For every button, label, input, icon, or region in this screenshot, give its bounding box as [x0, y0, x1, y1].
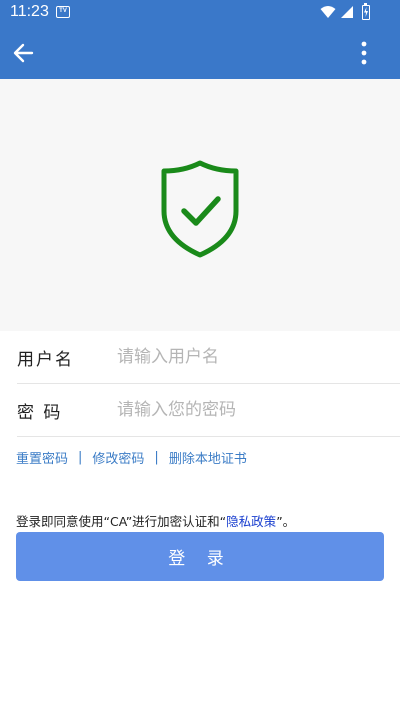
login-button[interactable]: 登 录	[16, 532, 384, 581]
password-row: 密 码	[17, 384, 400, 437]
agreement-suffix: ”。	[276, 514, 296, 529]
reset-password-link[interactable]: 重置密码	[16, 448, 68, 467]
hero-area	[0, 79, 400, 331]
tv-badge-icon: TV	[56, 6, 70, 18]
more-options-icon[interactable]	[354, 40, 374, 66]
link-separator: |	[154, 450, 159, 465]
back-arrow-icon[interactable]	[10, 39, 38, 67]
agreement-text: 登录即同意使用“CA”进行加密认证和“隐私政策”。	[16, 511, 295, 530]
password-label: 密 码	[17, 402, 63, 423]
link-separator: |	[78, 450, 83, 465]
privacy-policy-link[interactable]: 隐私政策	[226, 514, 276, 529]
app-bar	[0, 26, 400, 79]
login-form: 用户名 密 码	[17, 331, 400, 437]
wifi-icon	[320, 6, 336, 18]
status-bar: 11:23 TV	[0, 0, 400, 26]
signal-icon	[341, 6, 353, 18]
shield-check-icon	[161, 160, 239, 258]
change-password-link[interactable]: 修改密码	[92, 448, 144, 467]
username-row: 用户名	[17, 331, 400, 384]
username-label: 用户名	[17, 349, 74, 370]
delete-certificate-link[interactable]: 删除本地证书	[169, 448, 247, 467]
status-time: 11:23	[10, 3, 49, 20]
account-links: 重置密码 | 修改密码 | 删除本地证书	[16, 448, 247, 467]
battery-icon	[362, 3, 370, 20]
agreement-prefix: 登录即同意使用“CA”进行加密认证和“	[16, 514, 227, 529]
password-input[interactable]	[117, 400, 377, 420]
username-input[interactable]	[117, 347, 377, 367]
